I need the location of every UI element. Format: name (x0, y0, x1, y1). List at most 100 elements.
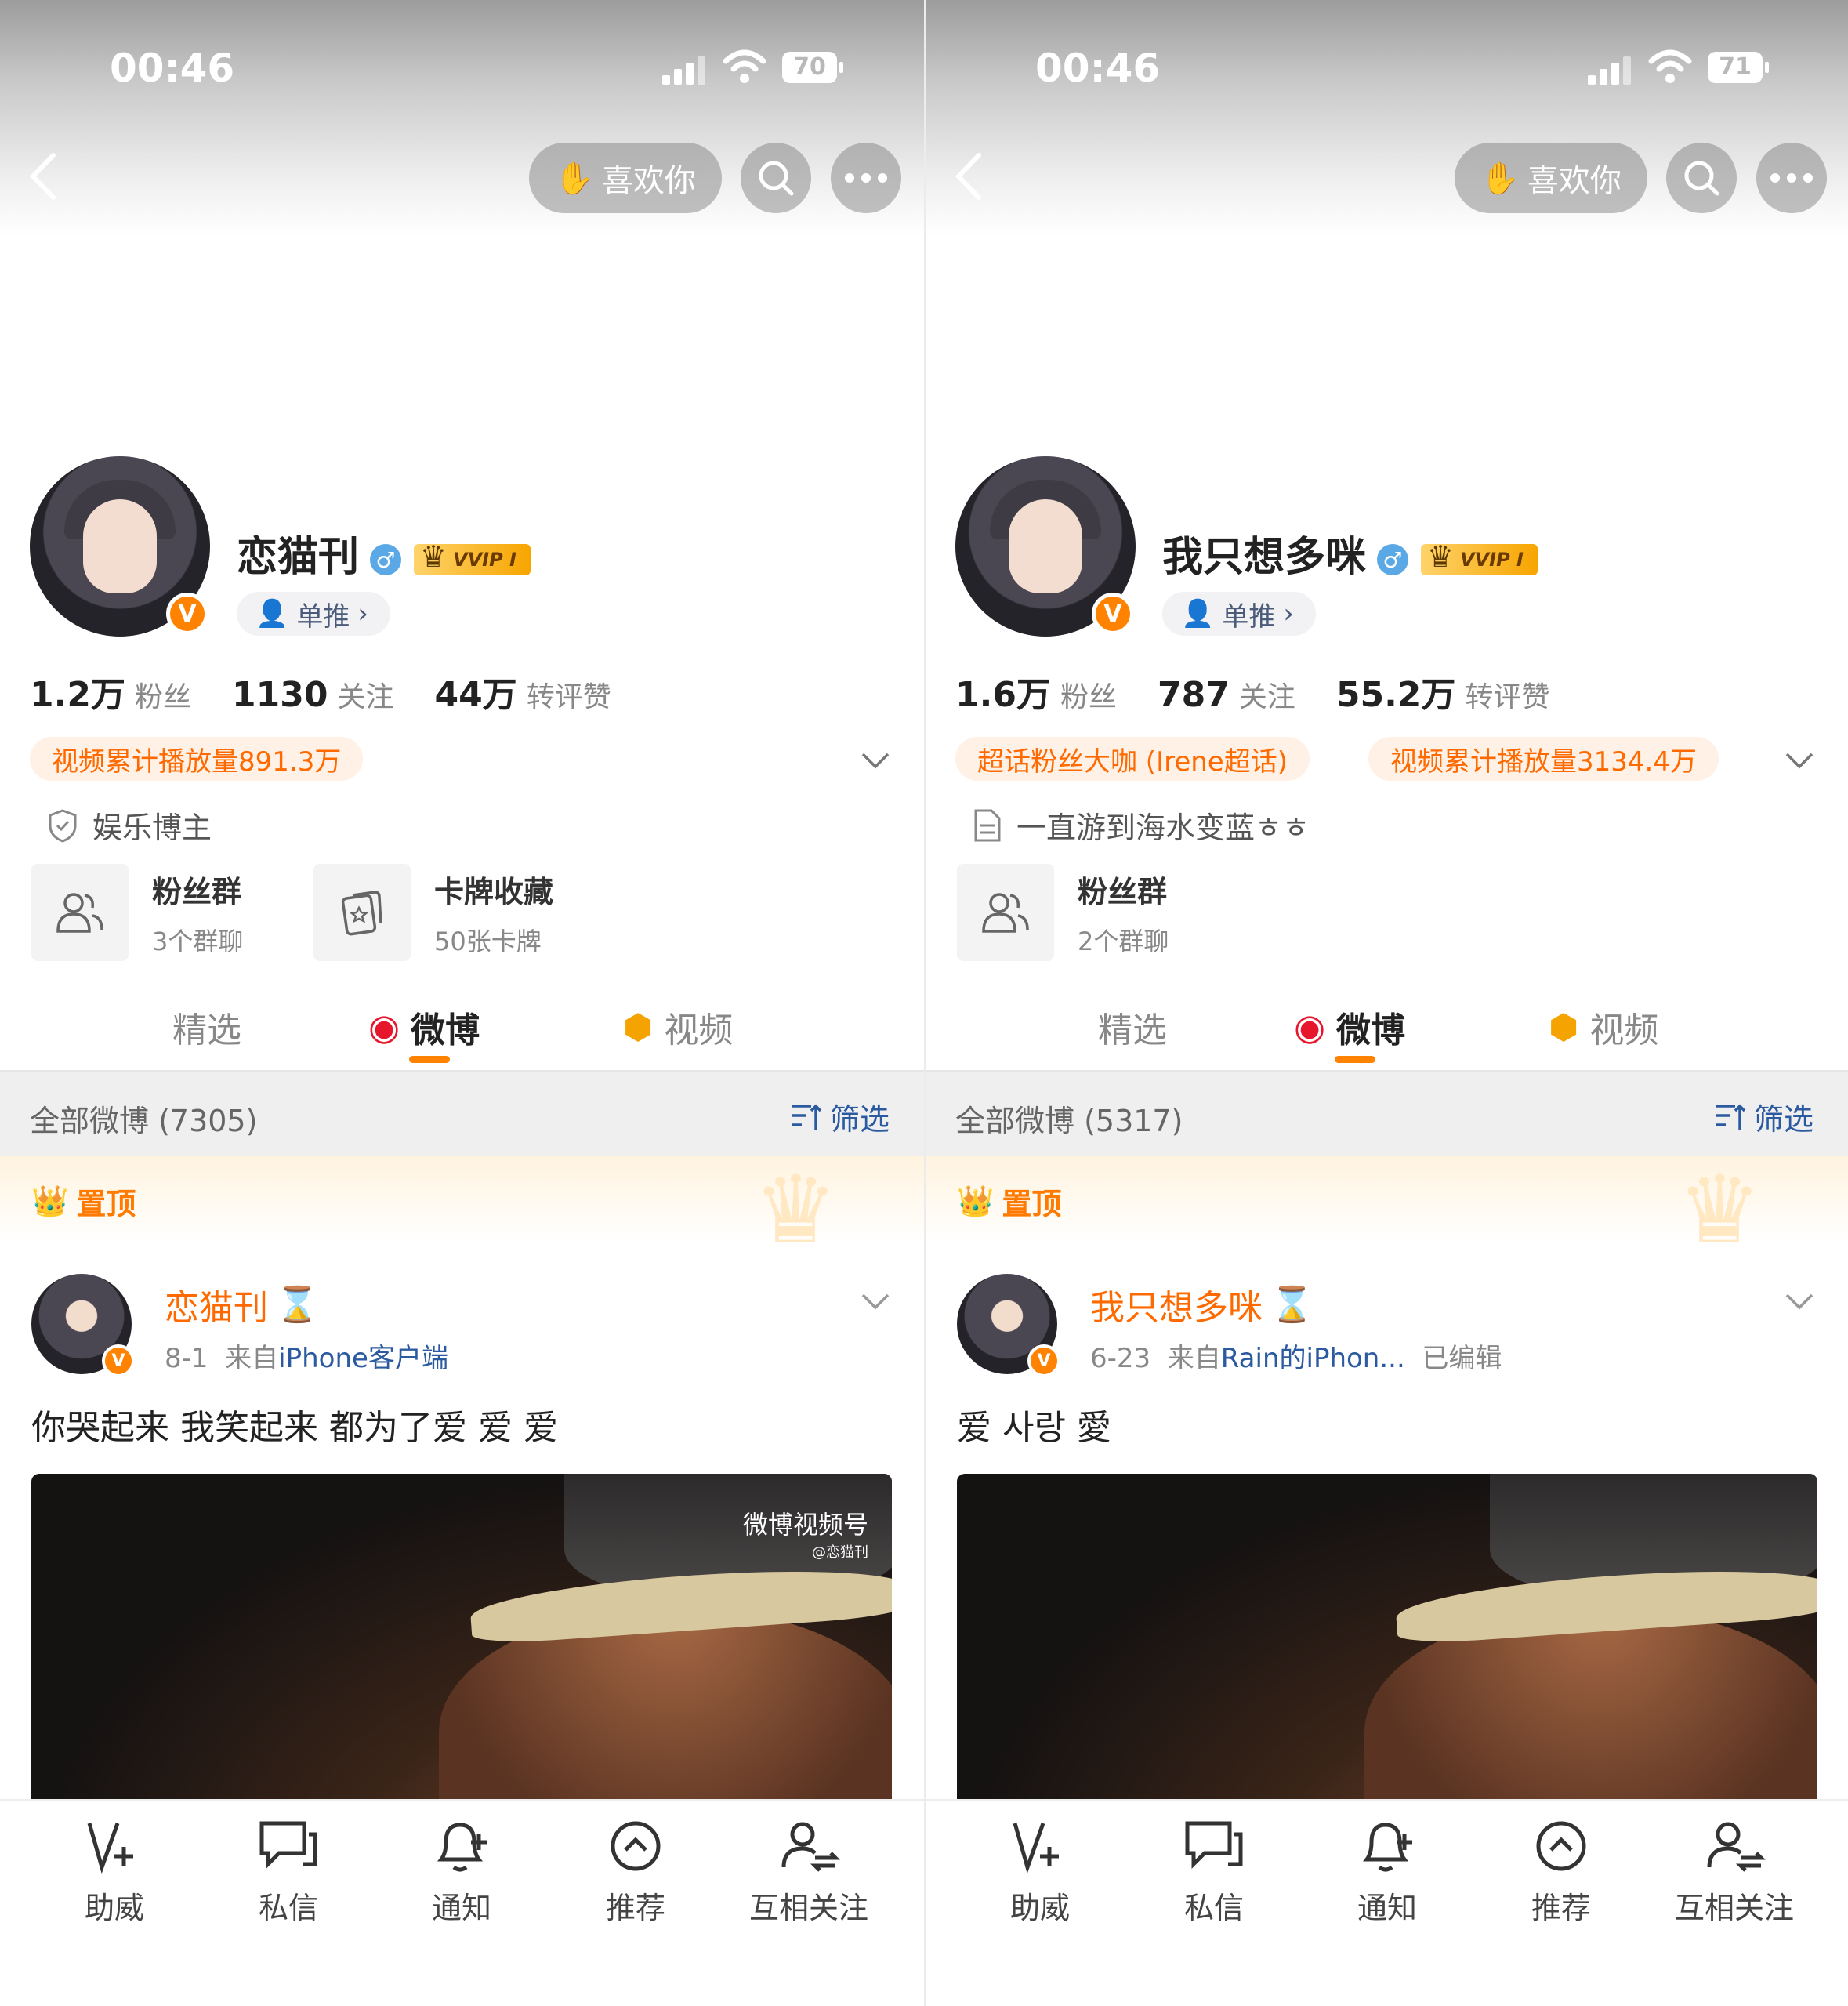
tab-weibo[interactable]: ◉ 微博 (1294, 1002, 1405, 1052)
filter-label: 筛选 (829, 1102, 890, 1137)
tab-video[interactable]: ⬢ 视频 (623, 1002, 733, 1052)
bell-plus-icon (1309, 1815, 1466, 1877)
tab-video[interactable]: ⬢ 视频 (1549, 1002, 1658, 1052)
signal-icon (662, 55, 706, 85)
card-icon (313, 864, 411, 961)
search-icon (1684, 161, 1719, 196)
fans-stat[interactable]: 1.2万 粉丝 (30, 666, 191, 716)
tag-supertopic-fan[interactable]: 超话粉丝大咖 (Irene超话) (955, 737, 1310, 781)
male-gender-icon: ♂ (370, 544, 402, 575)
post-date: 6-23 (1090, 1343, 1151, 1374)
tab-featured-label: 精选 (172, 1010, 241, 1050)
post-video[interactable] (957, 1474, 1817, 1826)
battery-indicator: 70 (782, 52, 843, 83)
profile-name: 恋猫刊 (237, 534, 360, 581)
profile-description: 娱乐博主 (47, 803, 212, 847)
back-icon[interactable] (949, 149, 988, 204)
pinned-banner: 👑 置顶 ♛ (0, 1156, 924, 1258)
like-you-button[interactable]: ✋ 喜欢你 (529, 143, 722, 213)
tui-chip[interactable]: 👤 单推 › (1162, 592, 1316, 636)
chevron-down-icon[interactable] (860, 1286, 891, 1317)
battery-indicator: 71 (1708, 52, 1769, 83)
assist-button[interactable]: 助威 (36, 1815, 193, 1927)
notify-button[interactable]: 通知 (383, 1815, 540, 1927)
filter-button[interactable]: 筛选 (791, 1095, 890, 1138)
tab-video-label: 视频 (1589, 1010, 1659, 1050)
verified-v-icon: V (1092, 593, 1134, 635)
tag-video-plays[interactable]: 视频累计播放量891.3万 (30, 737, 364, 781)
status-time: 00:46 (1035, 45, 1161, 91)
fans-label: 粉丝 (1060, 681, 1117, 713)
post-video[interactable]: 微博视频号 @恋猫刊 (31, 1474, 892, 1826)
filter-icon (792, 1104, 822, 1130)
mutual-follow-icon (730, 1815, 887, 1877)
post-source[interactable]: iPhone客户端 (278, 1343, 448, 1374)
chevron-down-icon[interactable] (1784, 1286, 1815, 1317)
mutual-follow-button[interactable]: 互相关注 (730, 1815, 887, 1927)
post-author[interactable]: 恋猫刊 ⌛ (165, 1279, 319, 1329)
message-button[interactable]: 私信 (1136, 1815, 1292, 1927)
profile-tabs: 精选 ◉ 微博 ⬢ 视频 (926, 996, 1848, 1066)
chevron-down-icon[interactable] (860, 745, 891, 776)
chevron-down-icon[interactable] (1784, 745, 1815, 776)
notify-button[interactable]: 通知 (1309, 1815, 1466, 1927)
assist-label: 助威 (1009, 1891, 1070, 1925)
profile-tabs: 精选 ◉ 微博 ⬢ 视频 (0, 996, 924, 1066)
tab-weibo[interactable]: ◉ 微博 (368, 1002, 480, 1052)
fan-group-card[interactable]: 粉丝群 2个群聊 (957, 864, 1169, 961)
weibo-logo-icon: ◉ (368, 1006, 400, 1048)
more-button[interactable] (831, 143, 901, 213)
chevron-right-icon: › (1283, 598, 1294, 629)
group-icon (31, 864, 129, 961)
crown-icon: 👑 (31, 1184, 69, 1218)
wifi-icon (1648, 49, 1692, 83)
like-you-button[interactable]: ✋ 喜欢你 (1455, 143, 1647, 213)
likes-stat[interactable]: 55.2万 转评赞 (1336, 666, 1550, 716)
post-avatar[interactable]: V (957, 1274, 1060, 1377)
message-label: 私信 (1183, 1891, 1244, 1925)
profile-name-row: 恋猫刊 ♂ VVIP I (237, 524, 531, 582)
back-icon[interactable] (24, 149, 63, 204)
search-button[interactable] (741, 143, 811, 213)
more-button[interactable] (1756, 143, 1827, 213)
post-avatar[interactable]: V (31, 1274, 135, 1377)
post-author[interactable]: 我只想多咪 ⌛ (1090, 1279, 1314, 1329)
description-text: 一直游到海水变蓝ㅎㅎ (1016, 811, 1310, 845)
post-source[interactable]: Rain的iPhon... (1221, 1343, 1405, 1374)
recommend-button[interactable]: 推荐 (557, 1815, 714, 1927)
mutual-follow-label: 互相关注 (1674, 1891, 1794, 1925)
pinned-label: 置顶 (1002, 1187, 1062, 1221)
description-text: 娱乐博主 (92, 811, 212, 845)
verified-v-icon: V (102, 1344, 135, 1377)
filter-button[interactable]: 筛选 (1715, 1095, 1814, 1138)
follow-stat[interactable]: 1130 关注 (232, 674, 393, 715)
search-button[interactable] (1666, 143, 1737, 213)
vvip-badge[interactable]: VVIP I (414, 539, 531, 575)
likes-stat[interactable]: 44万 转评赞 (434, 666, 611, 716)
tab-featured[interactable]: 精选 (172, 1002, 241, 1052)
tab-featured[interactable]: 精选 (1098, 1002, 1167, 1052)
fan-group-card[interactable]: 粉丝群 3个群聊 (31, 864, 243, 961)
card-collection-card[interactable]: 卡牌收藏 50张卡牌 (313, 864, 553, 961)
recommend-label: 推荐 (1531, 1891, 1591, 1925)
follow-count: 787 (1157, 675, 1230, 715)
message-button[interactable]: 私信 (210, 1815, 367, 1927)
tag-video-plays[interactable]: 视频累计播放量3134.4万 (1368, 737, 1719, 781)
fans-stat[interactable]: 1.6万 粉丝 (955, 666, 1117, 716)
recommend-button[interactable]: 推荐 (1483, 1815, 1640, 1927)
assist-button[interactable]: 助威 (962, 1815, 1118, 1927)
phone-panel-right: 00:46 71 ✋ 喜欢你 V 我只想多咪 ♂ VVIP I 👤 单推 › 1.6… (924, 0, 1848, 2006)
post-date: 8-1 (165, 1343, 208, 1374)
profile-name: 我只想多咪 (1162, 534, 1367, 581)
vvip-badge[interactable]: VVIP I (1421, 539, 1538, 575)
tui-label: 单推 (1222, 600, 1276, 633)
profile-avatar[interactable]: V (955, 456, 1136, 637)
profile-avatar[interactable]: V (30, 456, 210, 637)
hand-heart-icon: ✋ (1480, 160, 1520, 197)
tui-chip[interactable]: 👤 单推 › (237, 592, 390, 636)
follow-stat[interactable]: 787 关注 (1158, 674, 1295, 715)
follow-label: 关注 (337, 681, 394, 713)
male-gender-icon: ♂ (1377, 544, 1409, 575)
mutual-follow-button[interactable]: 互相关注 (1656, 1815, 1813, 1927)
video-logo-icon: ⬢ (623, 1007, 654, 1047)
